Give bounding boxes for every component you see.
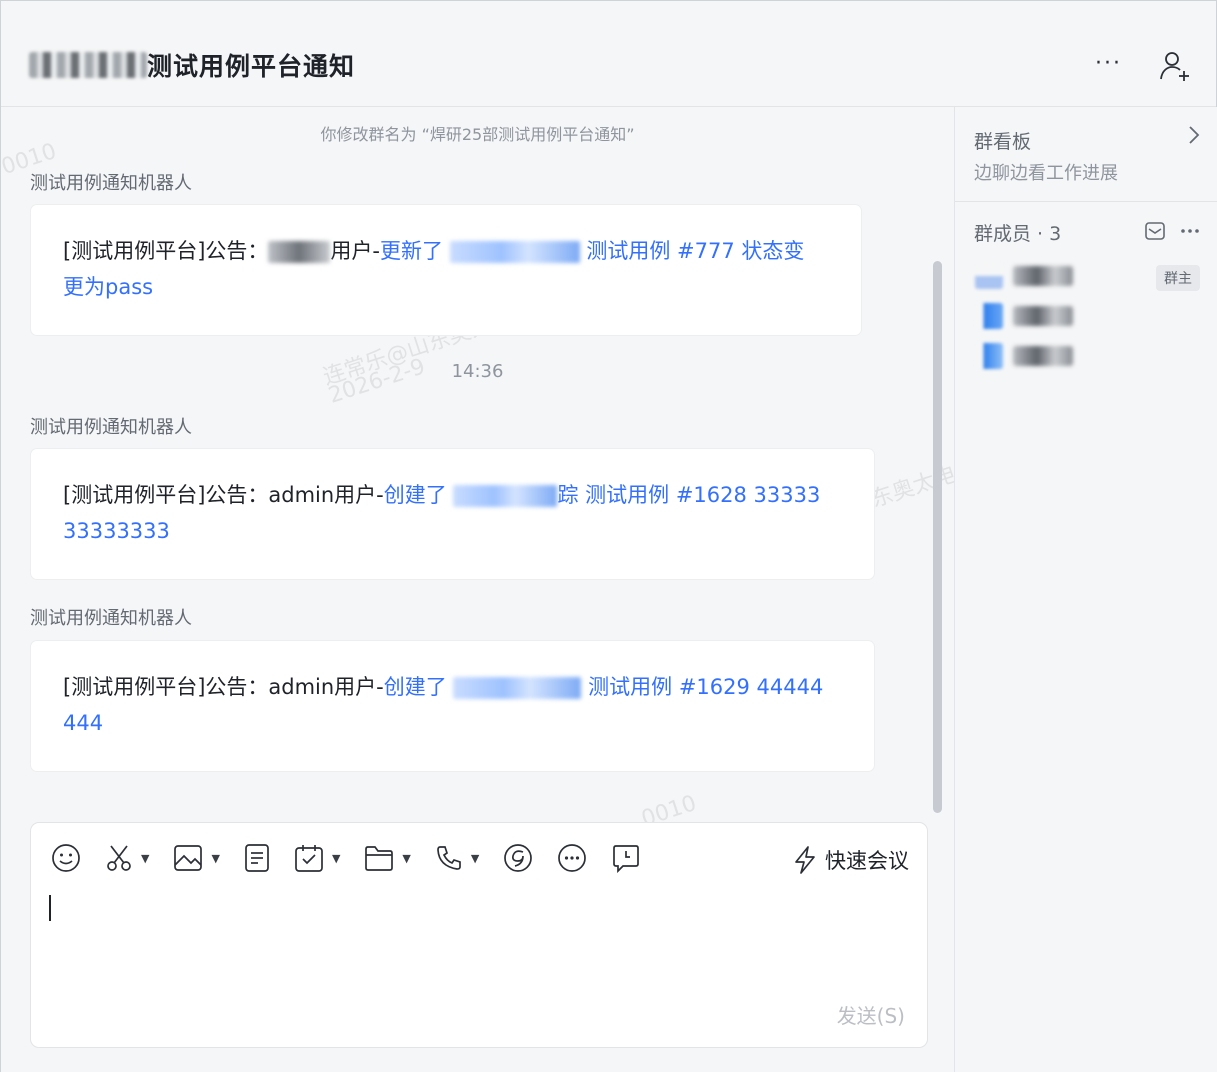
image-button[interactable]: ▼ bbox=[173, 844, 220, 872]
message-timestamp: 14:36 bbox=[451, 361, 504, 382]
system-notice: 你修改群名为 “焊研25部测试用例平台通知” bbox=[320, 125, 635, 144]
scrollbar[interactable] bbox=[933, 261, 942, 813]
message-bubble[interactable]: [测试用例平台]公告： 用户-更新了 测试用例 #777 状态变 更为pass bbox=[31, 205, 861, 335]
quick-meeting-label: 快速会议 bbox=[825, 849, 909, 873]
message-line: [测试用例平台]公告：admin用户-创建了 测试用例 #1629 44444 bbox=[63, 669, 842, 705]
chevron-down-icon: ▼ bbox=[331, 851, 341, 865]
message-prefix: [测试用例平台]公告： bbox=[63, 239, 269, 263]
chat-title: 测试用例平台通知 bbox=[147, 52, 356, 81]
image-icon bbox=[174, 845, 203, 871]
folder-button[interactable]: ▼ bbox=[364, 844, 411, 872]
redacted-user bbox=[268, 241, 331, 263]
redacted-project bbox=[449, 241, 580, 263]
message-prefix: [测试用例平台]公告：admin用户- bbox=[63, 483, 384, 507]
add-member-icon[interactable] bbox=[1158, 49, 1192, 87]
chevron-down-icon: ▼ bbox=[211, 851, 220, 865]
chat-title-area: 测试用例平台通知 bbox=[29, 47, 355, 83]
task-button[interactable]: ▼ bbox=[294, 843, 340, 873]
message-bubble[interactable]: [测试用例平台]公告：admin用户-创建了 踪 测试用例 #1628 3333… bbox=[31, 449, 874, 579]
composer-toolbar: ▼ ▼ ▼ ▼ ▼ bbox=[51, 843, 665, 873]
folder-icon bbox=[365, 846, 394, 871]
avatar bbox=[975, 263, 1003, 289]
doc-icon bbox=[245, 844, 269, 872]
message-composer[interactable]: ▼ ▼ ▼ ▼ ▼ 快速会议 发送(S) bbox=[31, 823, 927, 1047]
message-sender[interactable]: 测试用例通知机器人 bbox=[30, 169, 192, 195]
emoji-button[interactable] bbox=[51, 843, 81, 873]
message-prefix: [测试用例平台]公告：admin用户- bbox=[63, 675, 384, 699]
mention-icon bbox=[504, 844, 533, 872]
message-action-link[interactable]: 创建了 bbox=[384, 675, 447, 699]
schedule-icon bbox=[613, 845, 640, 873]
testcase-link-cont[interactable]: 33333333 bbox=[63, 513, 842, 549]
schedule-message-button[interactable] bbox=[611, 843, 641, 873]
testcase-link[interactable]: 测试用例 #1628 33333 bbox=[585, 483, 820, 507]
project-tail[interactable]: 踪 bbox=[557, 483, 578, 507]
divider bbox=[955, 201, 1217, 202]
call-button[interactable]: ▼ bbox=[435, 844, 479, 872]
message-bubble[interactable]: [测试用例平台]公告：admin用户-创建了 测试用例 #1629 44444 … bbox=[31, 641, 874, 771]
testcase-link[interactable]: 测试用例 #777 状态变 bbox=[586, 239, 804, 263]
chat-header: 测试用例平台通知 ··· bbox=[1, 1, 1216, 107]
testcase-link-cont[interactable]: 更为pass bbox=[63, 269, 829, 305]
screenshot-button[interactable]: ▼ bbox=[105, 843, 149, 873]
testcase-link-cont[interactable]: 444 bbox=[63, 705, 842, 741]
message-action-link[interactable]: 创建了 bbox=[384, 483, 447, 507]
more-icon[interactable] bbox=[1180, 228, 1200, 234]
send-button[interactable]: 发送(S) bbox=[837, 1000, 905, 1029]
message-line: [测试用例平台]公告：admin用户-创建了 踪 测试用例 #1628 3333… bbox=[63, 477, 842, 513]
chevron-down-icon: ▼ bbox=[141, 851, 150, 865]
mail-icon[interactable] bbox=[1144, 221, 1166, 241]
redacted-member-name bbox=[1013, 266, 1073, 286]
more-options-button[interactable]: ··· bbox=[1095, 51, 1122, 76]
avatar bbox=[975, 343, 1003, 369]
redacted-title-prefix bbox=[29, 52, 147, 78]
owner-badge: 群主 bbox=[1156, 265, 1200, 291]
group-side-panel: 群看板 边聊边看工作进展 群成员 · 3 群主 bbox=[955, 107, 1217, 1072]
quick-meeting-button[interactable]: 快速会议 bbox=[793, 845, 909, 875]
text-cursor bbox=[49, 895, 51, 921]
more-icon bbox=[558, 844, 587, 872]
mention-button[interactable] bbox=[503, 843, 533, 873]
message-list[interactable]: 0010 连常乐@山东奥太 2026-2-9 东奥太电 0010 你修改群名为 … bbox=[1, 107, 954, 1072]
member-item[interactable] bbox=[975, 343, 1073, 369]
more-tools-button[interactable] bbox=[557, 843, 587, 873]
group-board-subtitle: 边聊边看工作进展 bbox=[974, 163, 1118, 184]
avatar bbox=[975, 303, 1003, 329]
message-line: [测试用例平台]公告： 用户-更新了 测试用例 #777 状态变 bbox=[63, 233, 829, 269]
scissors-icon bbox=[107, 845, 131, 871]
members-title[interactable]: 群成员 · 3 bbox=[974, 219, 1061, 246]
phone-icon bbox=[437, 846, 461, 870]
redacted-member-name bbox=[1013, 346, 1073, 366]
redacted-project bbox=[453, 485, 558, 507]
message-action-link[interactable]: 更新了 bbox=[380, 239, 443, 263]
task-icon bbox=[295, 845, 323, 872]
redacted-member-name bbox=[1013, 306, 1073, 326]
member-item[interactable] bbox=[975, 303, 1073, 329]
doc-button[interactable] bbox=[244, 843, 270, 873]
member-item[interactable] bbox=[975, 263, 1073, 289]
message-user: 用户- bbox=[330, 239, 380, 263]
chevron-right-icon[interactable] bbox=[1188, 125, 1200, 150]
chat-window: 测试用例平台通知 ··· 0010 连常乐@山东奥太 2026-2-9 东奥太电… bbox=[0, 0, 1217, 1072]
emoji-icon bbox=[52, 844, 80, 872]
chevron-down-icon: ▼ bbox=[402, 851, 411, 865]
message-sender[interactable]: 测试用例通知机器人 bbox=[30, 413, 192, 439]
testcase-link[interactable]: 测试用例 #1629 44444 bbox=[588, 675, 823, 699]
redacted-project bbox=[453, 677, 582, 699]
members-actions bbox=[1144, 221, 1200, 241]
lightning-icon bbox=[795, 846, 815, 874]
chevron-down-icon: ▼ bbox=[470, 851, 480, 865]
message-sender[interactable]: 测试用例通知机器人 bbox=[30, 604, 192, 630]
group-board-title[interactable]: 群看板 bbox=[974, 127, 1031, 154]
